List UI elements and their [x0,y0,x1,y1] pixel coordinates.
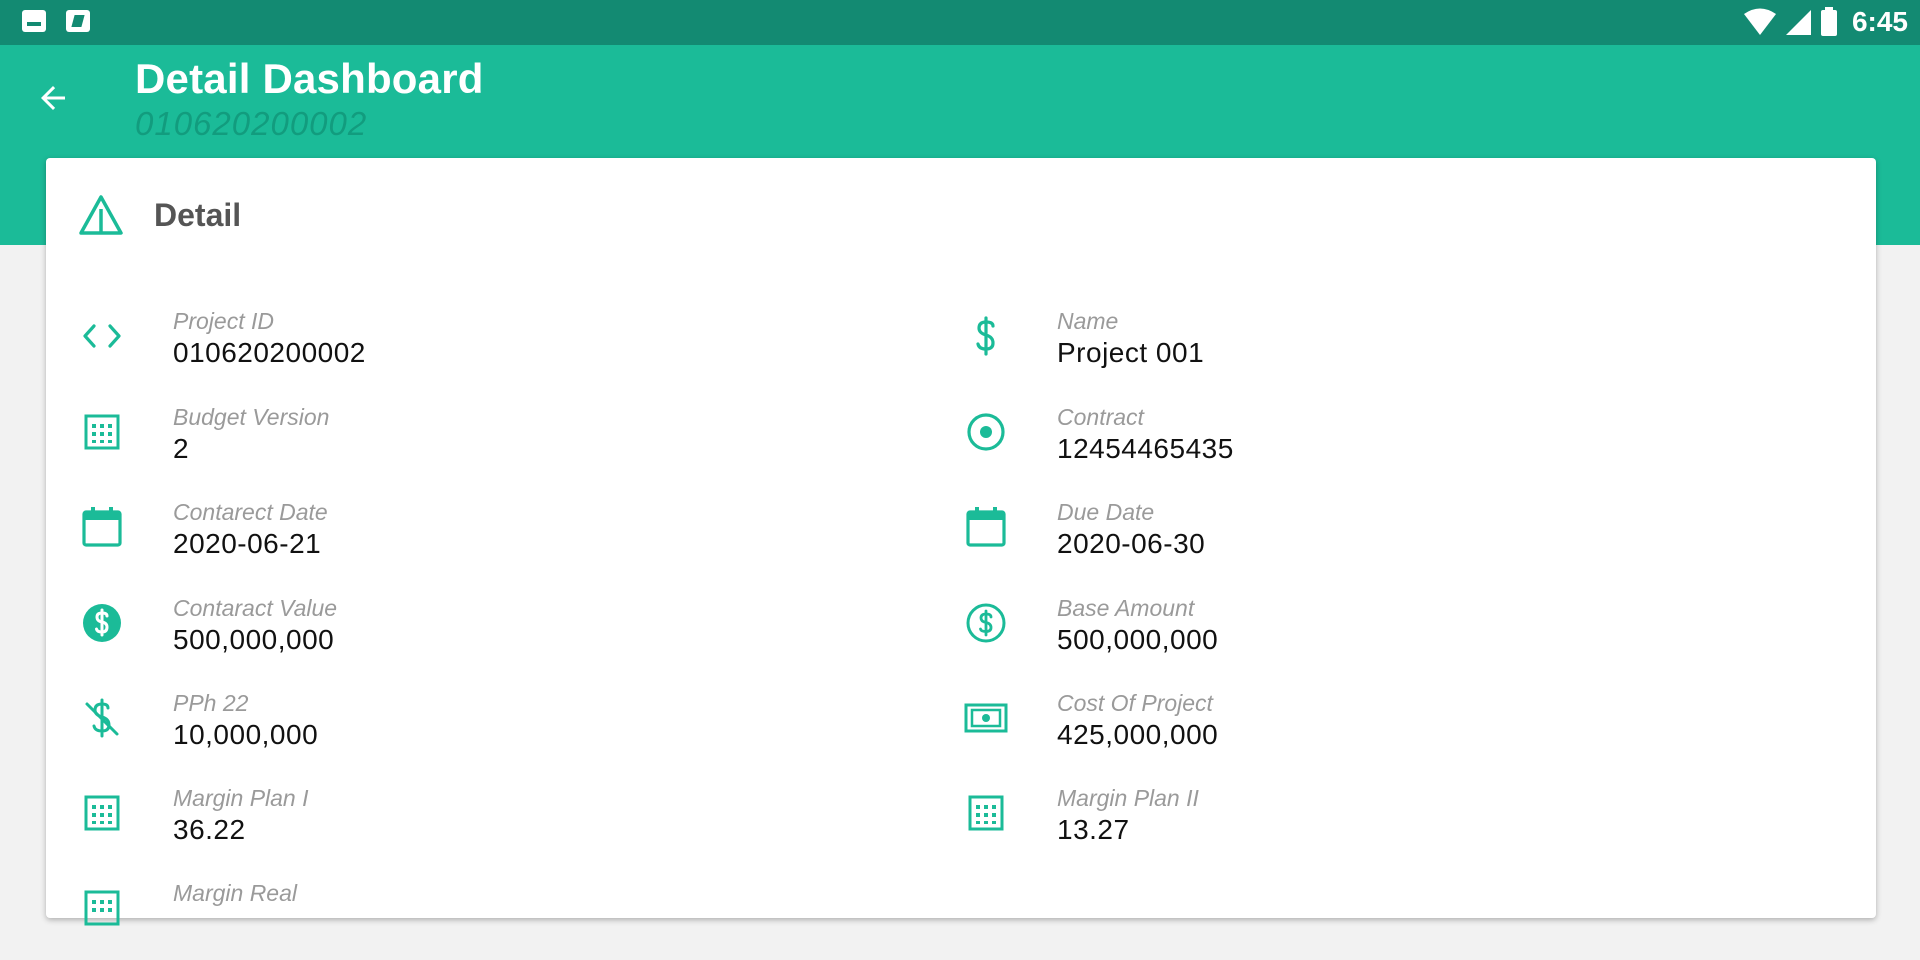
dollar-circle-filled-icon [78,599,126,647]
calculator-icon [962,789,1010,837]
field-name: Name Project 001 [962,308,1762,388]
detail-card: Detail Project ID 010620200002 Name Proj… [46,158,1876,926]
field-value: 2020-06-21 [173,528,322,559]
status-notifications [22,10,90,32]
status-bar: 6:45 [0,0,1920,45]
card-header: Detail [78,194,241,236]
field-label: Contract [1057,404,1144,430]
field-value: 425,000,000 [1057,719,1219,750]
cellular-signal-icon [1785,10,1811,35]
dollar-circle-outline-icon [962,599,1010,647]
calculator-icon [78,408,126,456]
field-value: 2020-06-30 [1057,528,1206,559]
field-value: 13.27 [1057,814,1130,845]
field-cost-of-project: Cost Of Project 425,000,000 [962,690,1762,770]
page-title: Detail Dashboard [135,55,484,102]
page-subtitle: 010620200002 [135,105,368,142]
field-value: Project 001 [1057,337,1205,368]
arrow-back-icon [41,86,65,110]
field-label: Budget Version [173,404,330,430]
field-pph-22: PPh 22 10,000,000 [78,690,878,770]
field-label: Margin Real [173,880,297,906]
field-label: Cost Of Project [1057,690,1213,716]
field-label: Margin Plan II [1057,785,1199,811]
field-label: Margin Plan I [173,785,309,811]
field-label: Base Amount [1057,595,1195,621]
radio-button-icon [962,408,1010,456]
field-value: 2 [173,433,190,464]
field-margin-plan-2: Margin Plan II 13.27 [962,785,1762,865]
dollar-off-icon [78,694,126,742]
field-label: PPh 22 [173,690,249,716]
notification-photo-icon [66,10,90,32]
calendar-icon [78,503,126,551]
field-contract-value: Contaract Value 500,000,000 [78,595,878,675]
field-label: Contarect Date [173,499,328,525]
field-value: 10,000,000 [173,719,319,750]
notification-image-icon [22,10,46,32]
field-margin-plan-1: Margin Plan I 36.22 [78,785,878,865]
field-contract: Contract 12454465435 [962,404,1762,484]
field-value: 12454465435 [1057,433,1234,464]
field-contract-date: Contarect Date 2020-06-21 [78,499,878,579]
wifi-icon [1743,8,1776,35]
dollar-icon [962,312,1010,360]
field-label: Project ID [173,308,274,334]
field-budget-version: Budget Version 2 [78,404,878,484]
battery-icon [1820,7,1837,36]
calculator-icon [78,884,126,932]
status-time: 6:45 [1851,6,1908,37]
calculator-icon [78,789,126,837]
field-margin-real: Margin Real [78,880,878,960]
field-base-amount: Base Amount 500,000,000 [962,595,1762,675]
field-value: 36.22 [173,814,246,845]
money-bill-icon [962,694,1010,742]
code-icon [78,312,126,360]
status-indicators: 6:45 [1743,6,1908,38]
field-label: Due Date [1057,499,1155,525]
card-title: Detail [154,196,242,233]
field-value: 500,000,000 [1057,624,1219,655]
field-value: 010620200002 [173,337,366,368]
field-project-id: Project ID 010620200002 [78,308,878,388]
field-due-date: Due Date 2020-06-30 [962,499,1762,579]
field-value: 500,000,000 [173,624,335,655]
calendar-icon [962,503,1010,551]
field-label: Name [1057,308,1119,334]
back-button[interactable] [28,73,78,123]
warning-triangle-icon [79,195,123,235]
field-label: Contaract Value [173,595,338,621]
